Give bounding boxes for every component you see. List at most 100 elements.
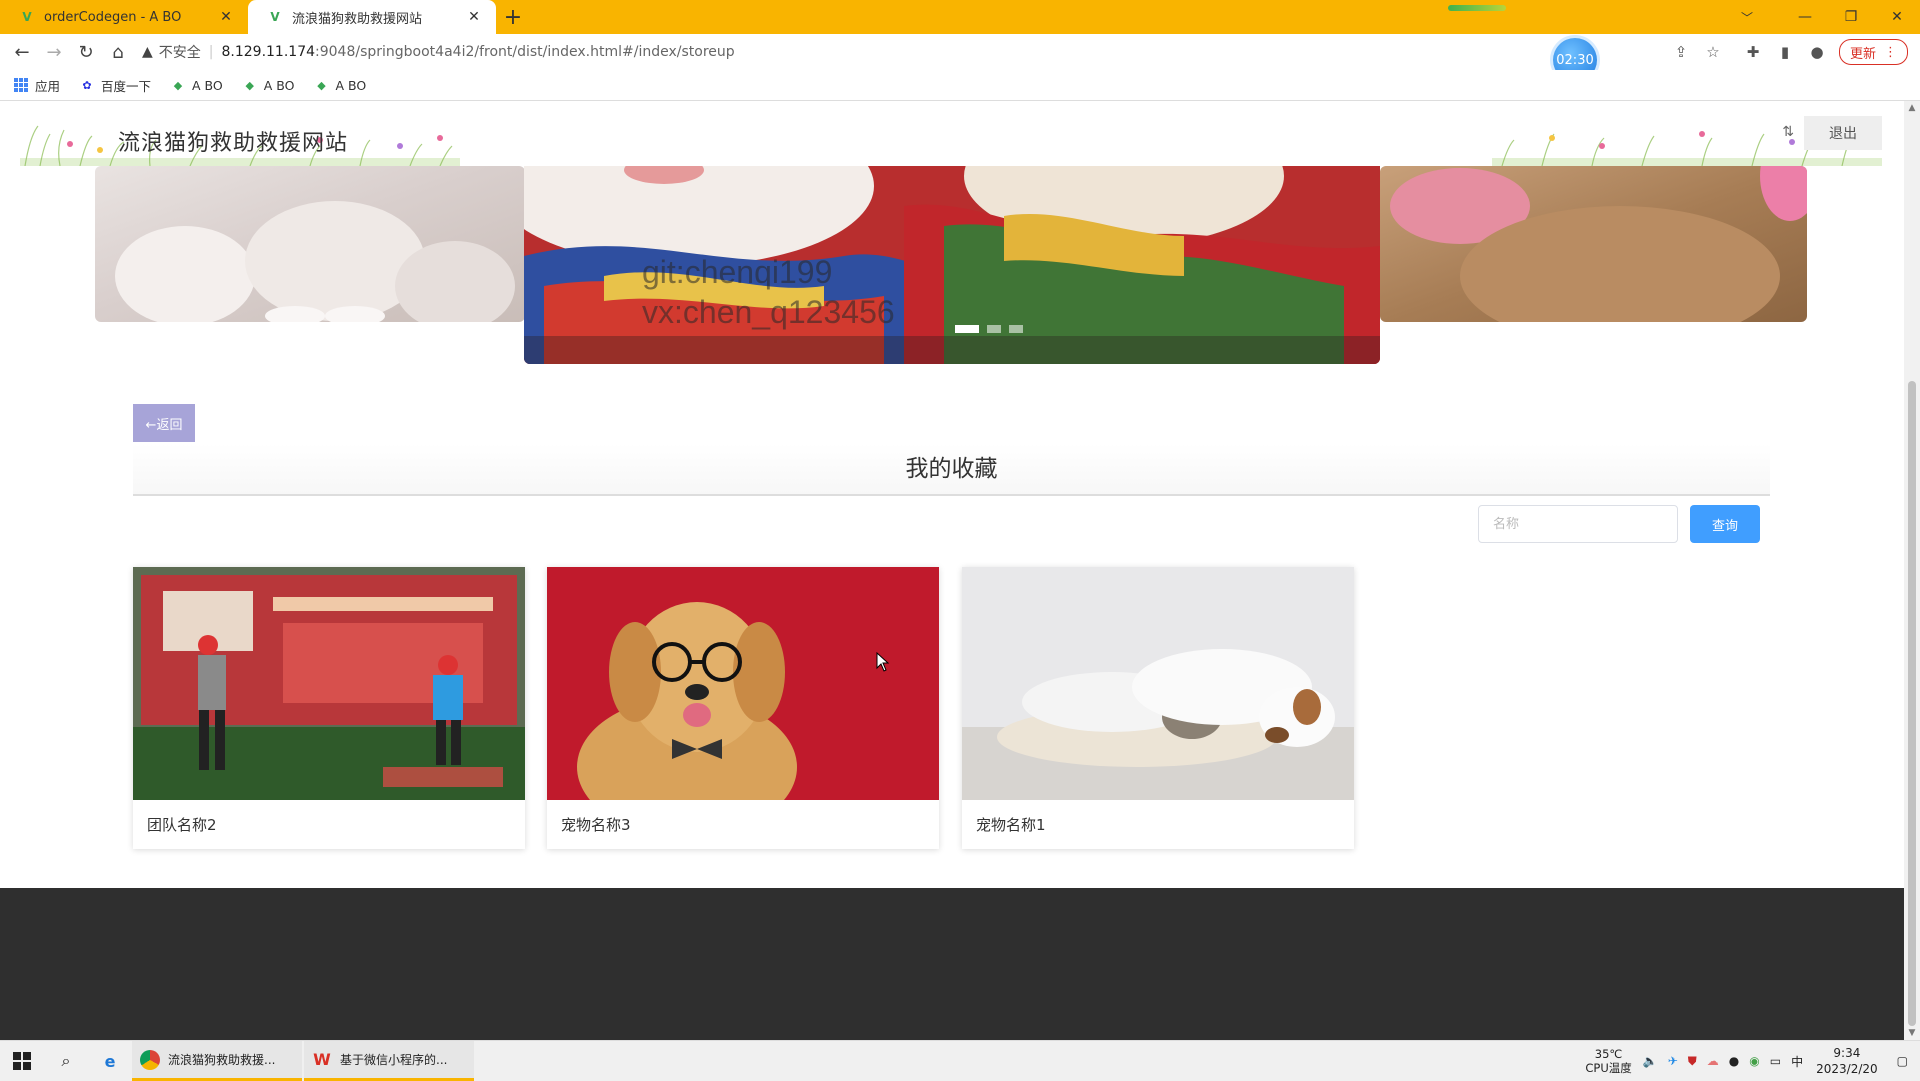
back-button[interactable]: ←返回 [133,404,195,442]
carousel-indicators [955,325,1023,333]
ie-browser-icon[interactable]: e [88,1041,132,1081]
extensions-puzzle-icon[interactable]: ✚ [1737,36,1769,68]
card-name: 宠物名称1 [976,816,1046,834]
security-label: 不安全 [158,45,201,61]
carousel-slide-active[interactable]: git:chenqi199 vx:chen_q123456 [524,166,1380,364]
tab-title: 流浪猫狗救助救援网站 [292,11,423,27]
bookmark-abo-2[interactable]: ◆ A BO [243,78,295,93]
notification-icon[interactable]: ▢ [1897,1054,1908,1068]
restore-icon[interactable]: ❐ [1828,0,1874,34]
taskbar-item-chrome[interactable]: 流浪猫狗救助救援... [132,1041,302,1081]
address-host: 8.129.11.174 [221,44,316,60]
wps-icon: W [313,1050,331,1069]
bookmark-label: 应用 [35,78,61,94]
bird-app-icon[interactable]: ✈ [1668,1054,1678,1068]
bookmark-star-icon[interactable]: ☆ [1697,36,1729,68]
cpu-temperature[interactable]: 35℃ CPU温度 [1585,1047,1631,1075]
update-button[interactable]: 更新 ⋮ [1838,39,1908,65]
logout-button[interactable]: 退出 [1804,116,1882,150]
carousel-watermark-line1: git:chenqi199 [642,254,833,290]
security-shield-icon[interactable]: ⛊ [1688,1054,1697,1069]
download-progress-indicator [1448,5,1506,11]
warning-triangle-icon: ▲ [142,44,153,60]
new-tab-button[interactable]: + [496,0,530,34]
tab-search-chevron-icon[interactable]: ﹀ [1724,0,1770,34]
apps-grid-icon [14,78,28,92]
minimize-icon[interactable]: — [1782,0,1828,34]
page-title: 我的收藏 [133,444,1770,496]
name-search-input[interactable] [1478,505,1678,543]
golden-dog-tongue-photo [1390,166,1807,322]
ime-indicator[interactable]: 中 [1791,1053,1803,1070]
tab-title: orderCodegen - A BO [44,9,182,25]
temperature-label: CPU温度 [1585,1061,1632,1075]
carousel-slide-prev[interactable] [95,166,525,322]
scrollbar-thumb[interactable] [1908,381,1916,1026]
carousel-dot-3[interactable] [1009,325,1023,333]
scroll-up-arrow-icon[interactable]: ▲ [1904,103,1920,113]
windows-start-icon[interactable] [0,1041,44,1081]
share-icon[interactable]: ⇪ [1665,36,1697,68]
carousel-dot-2[interactable] [987,325,1001,333]
favorite-card[interactable]: 宠物名称3 [547,567,939,849]
bookmark-label: A BO [192,77,223,93]
favorite-card[interactable]: 团队名称2 [133,567,525,849]
close-window-icon[interactable]: ✕ [1874,0,1920,34]
page-viewport: git:chenqi199 vx:chen_q123456 流浪猫狗救助救援网站… [0,101,1904,1040]
vue-logo-icon: ◆ [317,78,326,92]
reload-icon[interactable]: ↻ [70,36,102,68]
address-divider: | [208,44,214,60]
address-path: :9048/springboot4a4i2/front/dist/index.h… [315,44,735,60]
browser-toolbar: ← → ↻ ⌂ ▲ 不安全 | 8.129.11.174:9048/spring… [0,34,1920,70]
update-label: 更新 [1849,46,1876,62]
close-tab-icon[interactable]: ✕ [466,9,482,25]
card-name: 宠物名称3 [561,816,631,834]
vue-logo-icon: ◆ [173,78,183,92]
bookmark-abo-3[interactable]: ◆ A BO [315,77,367,93]
site-footer [0,888,1904,1040]
puppy-paws-photo [115,201,515,322]
home-icon[interactable]: ⌂ [102,36,134,68]
temperature-value: 35℃ [1594,1047,1623,1061]
profile-avatar-icon[interactable]: ● [1801,36,1833,68]
qq-penguin-icon[interactable]: ● [1729,1054,1739,1068]
taskbar-item-wps[interactable]: W 基于微信小程序的... [304,1041,474,1081]
browser-tab-strip: V orderCodegen - A BO ✕ V 流浪猫狗救助救援网站 ✕ +… [0,0,1920,34]
taskbar-item-label: 流浪猫狗救助救援... [168,1053,276,1067]
bookmark-label: A BO [335,77,367,93]
search-button[interactable]: 查询 [1690,505,1760,543]
favorite-card[interactable]: 宠物名称1 [962,567,1354,849]
carousel-watermark-line2: vx:chen_q123456 [642,294,895,330]
system-tray: 35℃ CPU温度 🔈 ✈ ⛊ ☁ ● ◉ ▭ 中 9:34 2023/2/20… [1585,1041,1920,1081]
bookmark-abo-1[interactable]: ◆ A BO [171,78,223,93]
toolbar-right-actions: ⇪ ☆ ✚ ▮ ● 更新 ⋮ [1665,34,1920,70]
card-image[interactable] [962,567,1354,800]
address-bar[interactable]: ▲ 不安全 | 8.129.11.174:9048/springboot4a4i… [142,37,1542,67]
scroll-down-arrow-icon[interactable]: ▼ [1904,1028,1920,1038]
clock-time: 9:34 [1833,1046,1861,1060]
bookmark-apps[interactable]: 应用 [14,76,60,95]
vue-logo-icon: ◆ [245,78,254,92]
card-image[interactable] [133,567,525,800]
back-arrow-icon[interactable]: ← [6,36,38,68]
scroll-top-icon[interactable]: ⇅ [1782,124,1794,140]
search-icon[interactable]: ⌕ [44,1041,88,1081]
network-icon[interactable]: ▭ [1770,1054,1781,1068]
card-image[interactable] [547,567,939,800]
side-panel-icon[interactable]: ▮ [1769,36,1801,68]
browser-tab[interactable]: V orderCodegen - A BO ✕ [0,0,248,34]
close-tab-icon[interactable]: ✕ [218,9,234,25]
bookmark-baidu[interactable]: ✿ 百度一下 [80,76,151,95]
bookmark-label: 百度一下 [101,78,152,94]
system-clock[interactable]: 9:34 2023/2/20 [1816,1045,1878,1077]
carousel-slide-next[interactable] [1380,166,1807,322]
cloud-app-icon[interactable]: ☁ [1707,1054,1719,1068]
volume-icon[interactable]: 🔈 [1643,1054,1658,1068]
chrome-icon [140,1049,160,1070]
wechat-icon[interactable]: ◉ [1749,1054,1759,1068]
forward-arrow-icon[interactable]: → [38,36,70,68]
browser-tab-active[interactable]: V 流浪猫狗救助救援网站 ✕ [248,0,496,34]
carousel-dot-1[interactable] [955,325,979,333]
mouse-cursor-icon [876,652,890,672]
page-scrollbar[interactable]: ▲ ▼ [1904,101,1920,1040]
